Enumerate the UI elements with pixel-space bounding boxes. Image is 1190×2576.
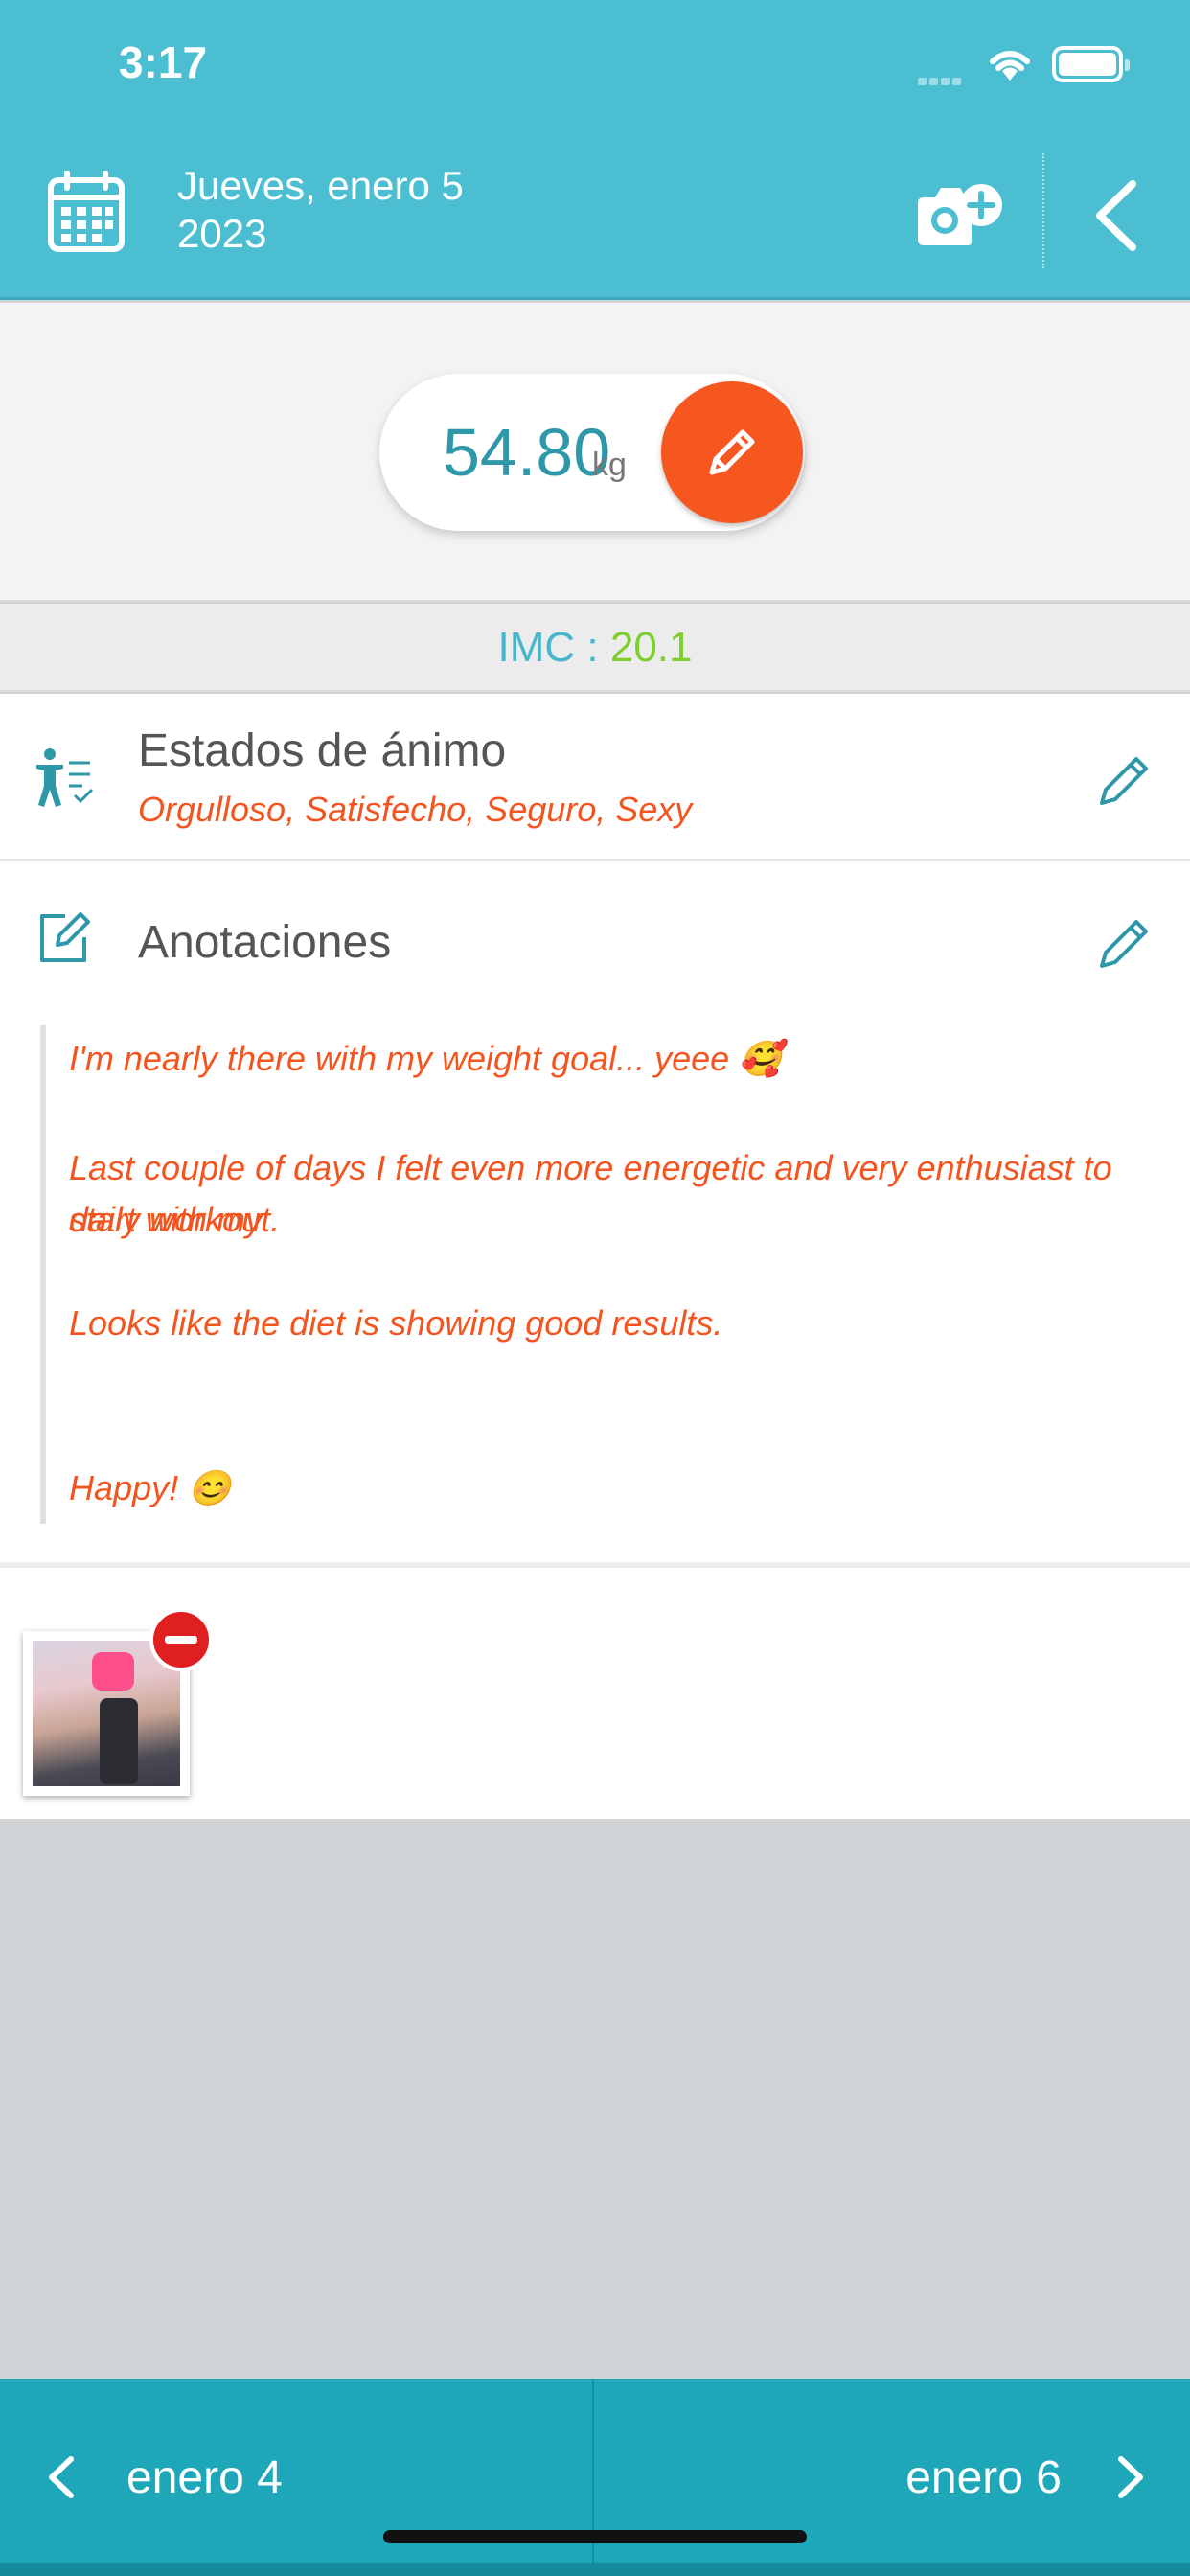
- day-content: Estados de ánimo Orgulloso, Satisfecho, …: [0, 694, 1190, 1821]
- header-divider: [1042, 153, 1044, 268]
- remove-photo-button[interactable]: [149, 1608, 213, 1671]
- chevron-left-icon: [49, 2456, 74, 2498]
- mood-person-icon: [36, 748, 94, 807]
- next-day-label: enero 6: [905, 2452, 1062, 2503]
- notes-body: I'm nearly there with my weight goal... …: [40, 1025, 1152, 1524]
- camera-add-icon[interactable]: [914, 182, 1004, 249]
- mood-title: Estados de ánimo: [138, 725, 507, 776]
- imc-label: IMC :: [497, 624, 610, 671]
- content-divider: [0, 1819, 1190, 1821]
- notes-title: Anotaciones: [138, 917, 392, 968]
- previous-day-button[interactable]: enero 4: [0, 2379, 592, 2576]
- date-year[interactable]: 2023: [177, 211, 266, 257]
- next-day-button[interactable]: enero 6: [594, 2379, 1190, 2576]
- notes-edit-icon: [40, 912, 90, 962]
- cellular-signal-icon: [918, 73, 964, 90]
- app-header: 3:17 Jueves, enero 5 2023: [0, 0, 1190, 300]
- day-navigation: enero 4 enero 6: [0, 2379, 1190, 2576]
- imc-bar: IMC : 20.1: [0, 604, 1190, 692]
- imc-value: 20.1: [609, 624, 693, 671]
- back-chevron-icon[interactable]: [1083, 172, 1150, 259]
- home-indicator[interactable]: [383, 2530, 807, 2543]
- calendar-icon[interactable]: [48, 171, 125, 253]
- weight-section: 54.80 kg: [0, 303, 1190, 602]
- notes-header[interactable]: Anotaciones: [0, 862, 1190, 1025]
- minus-icon: [165, 1636, 197, 1644]
- previous-day-label: enero 4: [126, 2452, 283, 2503]
- note-line: Happy! 😊: [69, 1468, 231, 1507]
- note-line: Looks like the diet is showing good resu…: [69, 1303, 723, 1343]
- status-time: 3:17: [119, 37, 208, 87]
- pencil-icon: [709, 429, 755, 475]
- edit-mood-pencil-icon[interactable]: [1094, 749, 1156, 811]
- battery-icon: [1052, 46, 1130, 82]
- mood-values: Orgulloso, Satisfecho, Seguro, Sexy: [138, 790, 693, 829]
- note-line: I'm nearly there with my weight goal... …: [69, 1039, 783, 1078]
- date-title[interactable]: Jueves, enero 5: [177, 163, 464, 209]
- chevron-right-icon: [1118, 2456, 1143, 2498]
- bottom-strip: [0, 2563, 1190, 2576]
- note-line: daily workout.: [69, 1200, 281, 1239]
- edit-weight-button[interactable]: [661, 381, 803, 523]
- weight-pill: 54.80 kg: [379, 374, 805, 531]
- wifi-icon: [990, 51, 1030, 80]
- weight-unit: kg: [592, 447, 627, 483]
- edit-notes-pencil-icon[interactable]: [1094, 912, 1156, 974]
- weight-value: 54.80: [443, 415, 611, 490]
- progress-photo: [33, 1641, 180, 1786]
- mood-row[interactable]: Estados de ánimo Orgulloso, Satisfecho, …: [0, 694, 1190, 861]
- section-divider: [0, 1562, 1190, 1568]
